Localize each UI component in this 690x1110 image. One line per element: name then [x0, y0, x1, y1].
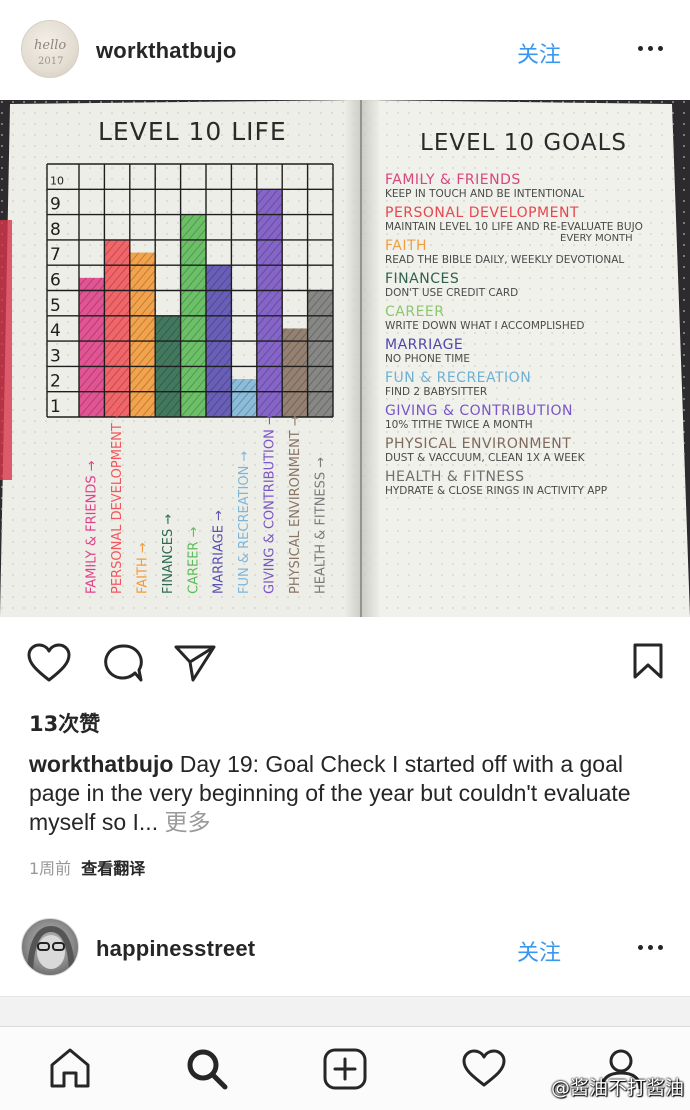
chart-category-label: PHYSICAL ENVIRONMENT →: [288, 415, 303, 594]
goal-title: HEALTH & FITNESS: [385, 469, 525, 485]
chart-level-label: 5: [50, 296, 61, 316]
activity-heart-icon[interactable]: [461, 1049, 507, 1089]
category-label-text: FUN & RECREATION →: [237, 451, 252, 594]
chart-level-label: 6: [50, 271, 61, 291]
avatar-hello-art: hello 2017: [34, 38, 66, 67]
next-follow-button[interactable]: 关注: [517, 935, 561, 967]
avatar-portrait-art: [27, 925, 75, 975]
bookmark-icon[interactable]: [632, 642, 664, 680]
goal-title: FAITH: [385, 238, 427, 254]
chart-category-label: CAREER →: [186, 526, 201, 594]
goal-title: MARRIAGE: [385, 337, 463, 353]
goal-line: HYDRATE & CLOSE RINGS IN ACTIVITY APP: [385, 485, 607, 497]
category-label-text: PERSONAL DEVELOPMENT →: [110, 408, 125, 594]
goal-line: NO PHONE TIME: [385, 353, 470, 365]
goal-line: WRITE DOWN WHAT I ACCOMPLISHED: [385, 320, 584, 332]
chart-bar-hatch: [104, 239, 130, 417]
chart-category-label: PERSONAL DEVELOPMENT →: [110, 408, 125, 594]
feed-divider: [0, 996, 690, 1027]
chart-bar-hatch: [307, 290, 333, 417]
more-options-icon[interactable]: [638, 45, 664, 53]
chart-category-label: MARRIAGE →: [212, 510, 227, 594]
chart-level-label: 7: [50, 245, 61, 265]
chart-level-label: 4: [50, 321, 61, 341]
goal-line: DON'T USE CREDIT CARD: [385, 287, 518, 299]
goal-line-2: EVERY MONTH: [560, 233, 633, 244]
chart-category-label: FUN & RECREATION →: [237, 451, 252, 594]
chart-level-label: 2: [50, 372, 61, 392]
comment-icon[interactable]: [102, 642, 144, 684]
follow-button[interactable]: 关注: [517, 37, 561, 69]
goal-title: FAMILY & FRIENDS: [385, 172, 521, 188]
chart-category-label: GIVING & CONTRIBUTION →: [263, 414, 278, 594]
chart-level-label: 1: [50, 397, 61, 417]
goal-line: READ THE BIBLE DAILY, WEEKLY DEVOTIONAL: [385, 254, 624, 266]
post-meta: 1周前 查看翻译: [29, 855, 145, 879]
category-label-text: PHYSICAL ENVIRONMENT →: [288, 415, 303, 594]
watermark: @酱油不打酱油: [550, 1077, 684, 1099]
chart-level-label: 3: [50, 346, 61, 366]
user-avatar[interactable]: hello 2017: [21, 20, 79, 78]
goal-title: CAREER: [385, 304, 445, 320]
post-caption: workthatbujo Day 19: Goal Check I starte…: [29, 750, 669, 838]
goal-title: PERSONAL DEVELOPMENT: [385, 205, 579, 221]
chart-category-label: HEALTH & FITNESS →: [313, 457, 328, 594]
left-page-title: LEVEL 10 LIFE: [98, 117, 287, 146]
svg-text:2017: 2017: [38, 56, 63, 67]
chart-bar-hatch: [79, 277, 105, 417]
home-icon[interactable]: [48, 1047, 92, 1089]
category-label-text: FAITH →: [136, 542, 151, 594]
chart-level-label: 10: [50, 174, 64, 187]
like-heart-icon[interactable]: [26, 642, 72, 684]
caption-username[interactable]: workthatbujo: [29, 751, 173, 777]
post-time: 1周前: [29, 859, 72, 878]
right-page-title: LEVEL 10 GOALS: [420, 130, 627, 156]
goal-title: GIVING & CONTRIBUTION: [385, 403, 573, 419]
add-post-icon[interactable]: [323, 1048, 367, 1090]
goal-title: PHYSICAL ENVIRONMENT: [385, 436, 571, 452]
chart-level-label: 8: [50, 220, 61, 240]
chart-level-label: 9: [50, 195, 61, 215]
category-label-text: MARRIAGE →: [212, 510, 227, 594]
likes-count[interactable]: 13次赞: [29, 708, 100, 738]
caption-more-link[interactable]: 更多: [164, 810, 210, 836]
post-photo[interactable]: LEVEL 10 LIFE 1 2 3 4 5 6 7 8 9 10 FAMILY & FRIENDS…: [0, 100, 690, 617]
goal-title: FINANCES: [385, 271, 459, 287]
goal-title: FUN & RECREATION: [385, 370, 531, 386]
chart-category-label: FINANCES →: [161, 514, 176, 594]
see-translation-link[interactable]: 查看翻译: [81, 859, 145, 878]
bujo-spread: LEVEL 10 LIFE 1 2 3 4 5 6 7 8 9 10 FAMILY & FRIENDS…: [0, 100, 690, 617]
goal-line: KEEP IN TOUCH AND BE INTENTIONAL: [385, 188, 584, 200]
next-post-username[interactable]: happinesstreet: [96, 936, 255, 962]
share-send-icon[interactable]: [173, 643, 217, 683]
post-header: hello 2017 workthatbujo 关注: [0, 0, 690, 100]
goal-line: MAINTAIN LEVEL 10 LIFE AND RE-EVALUATE B…: [385, 221, 643, 233]
goal-line: 10% TITHE TWICE A MONTH: [385, 419, 533, 431]
next-more-options-icon[interactable]: [638, 944, 664, 952]
category-label-text: FINANCES →: [161, 514, 176, 594]
svg-text:hello: hello: [34, 38, 66, 53]
search-icon[interactable]: [185, 1047, 229, 1091]
chart-category-label: FAITH →: [136, 542, 151, 594]
chart-category-label: FAMILY & FRIENDS →: [85, 460, 100, 594]
post-username[interactable]: workthatbujo: [96, 38, 237, 64]
next-user-avatar[interactable]: [21, 918, 79, 976]
chart-bar-hatch: [231, 379, 257, 417]
category-label-text: GIVING & CONTRIBUTION →: [263, 414, 278, 594]
goal-line: DUST & VACCUUM, CLEAN 1X A WEEK: [385, 452, 586, 464]
goal-line: FIND 2 BABYSITTER: [385, 386, 487, 398]
chart-bar-hatch: [256, 189, 283, 417]
category-label-text: FAMILY & FRIENDS →: [85, 460, 100, 594]
category-label-text: CAREER →: [186, 526, 201, 594]
category-label-text: HEALTH & FITNESS →: [313, 457, 328, 594]
